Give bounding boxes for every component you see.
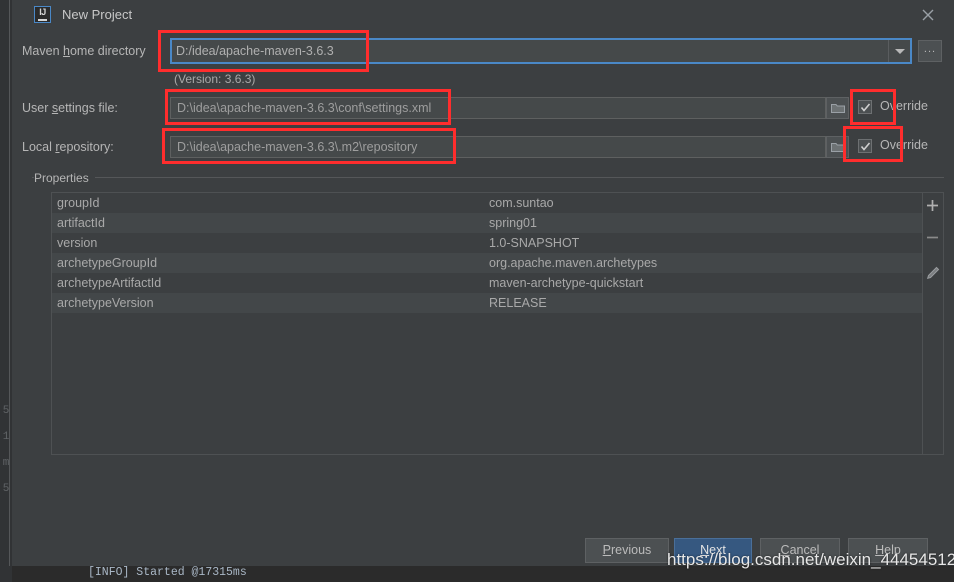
gutter-char: 5 <box>2 483 10 495</box>
gutter-char: m <box>2 457 10 469</box>
user-settings-file-input[interactable]: D:\idea\apache-maven-3.6.3\conf\settings… <box>170 97 826 119</box>
edit-property-button[interactable] <box>923 266 942 294</box>
property-value: RELEASE <box>489 296 547 310</box>
local-repository-browse-button[interactable] <box>826 136 849 158</box>
property-key: archetypeArtifactId <box>57 276 162 290</box>
maven-version-note: (Version: 3.6.3) <box>174 72 256 86</box>
property-value: spring01 <box>489 216 537 230</box>
properties-table-toolbar <box>923 192 944 455</box>
table-row[interactable]: groupId com.suntao <box>52 193 922 213</box>
table-row[interactable]: archetypeGroupId org.apache.maven.archet… <box>52 253 922 273</box>
property-key: artifactId <box>57 216 105 230</box>
chevron-down-icon[interactable] <box>888 40 910 62</box>
gutter-char: 5 <box>2 405 10 417</box>
local-repository-override-checkbox[interactable] <box>858 139 872 153</box>
ide-line-number-gutter: 5 1 m 5 <box>0 0 12 582</box>
intellij-idea-icon: IJ <box>34 6 51 23</box>
dialog-title: New Project <box>62 7 133 22</box>
table-row[interactable]: archetypeVersion RELEASE <box>52 293 922 313</box>
user-settings-file-label: User settings file: <box>22 101 118 115</box>
local-repository-input[interactable]: D:\idea\apache-maven-3.6.3\.m2\repositor… <box>170 136 826 158</box>
table-row[interactable]: artifactId spring01 <box>52 213 922 233</box>
maven-home-directory-combobox[interactable]: D:/idea/apache-maven-3.6.3 <box>170 38 912 64</box>
property-value: 1.0-SNAPSHOT <box>489 236 580 250</box>
remove-property-button[interactable] <box>923 231 942 259</box>
add-property-button[interactable] <box>923 199 942 222</box>
property-key: version <box>57 236 98 250</box>
table-row[interactable]: archetypeArtifactId maven-archetype-quic… <box>52 273 922 293</box>
new-project-dialog: IJ New Project Maven home directory D:/i… <box>12 0 954 566</box>
close-icon[interactable] <box>916 4 940 26</box>
watermark-text: https://blog.csdn.net/weixin_44454512 <box>667 550 954 569</box>
maven-home-directory-label: Maven home directory <box>22 44 146 58</box>
dialog-titlebar: IJ New Project <box>12 0 954 30</box>
ide-panel-divider <box>9 0 10 566</box>
properties-group-rule <box>32 177 944 178</box>
local-repository-label: Local repository: <box>22 140 114 154</box>
property-key: groupId <box>57 196 100 210</box>
property-value: org.apache.maven.archetypes <box>489 256 658 270</box>
previous-button[interactable]: Previous <box>585 538 669 563</box>
property-key: archetypeVersion <box>57 296 154 310</box>
properties-group-label: Properties <box>34 171 95 185</box>
local-repository-override-group[interactable]: Override <box>858 137 954 157</box>
user-settings-browse-button[interactable] <box>826 97 849 119</box>
gutter-char: 1 <box>2 431 10 443</box>
maven-home-directory-input[interactable]: D:/idea/apache-maven-3.6.3 <box>176 43 866 59</box>
local-repository-override-label: Override <box>880 138 928 152</box>
property-key: archetypeGroupId <box>57 256 158 270</box>
properties-table[interactable]: groupId com.suntao artifactId spring01 v… <box>51 192 923 455</box>
user-settings-override-group[interactable]: Override <box>858 98 954 118</box>
table-row[interactable]: version 1.0-SNAPSHOT <box>52 233 922 253</box>
user-settings-override-label: Override <box>880 99 928 113</box>
property-value: maven-archetype-quickstart <box>489 276 644 290</box>
property-value: com.suntao <box>489 196 554 210</box>
user-settings-override-checkbox[interactable] <box>858 100 872 114</box>
maven-home-browse-button[interactable]: ... <box>918 40 942 62</box>
